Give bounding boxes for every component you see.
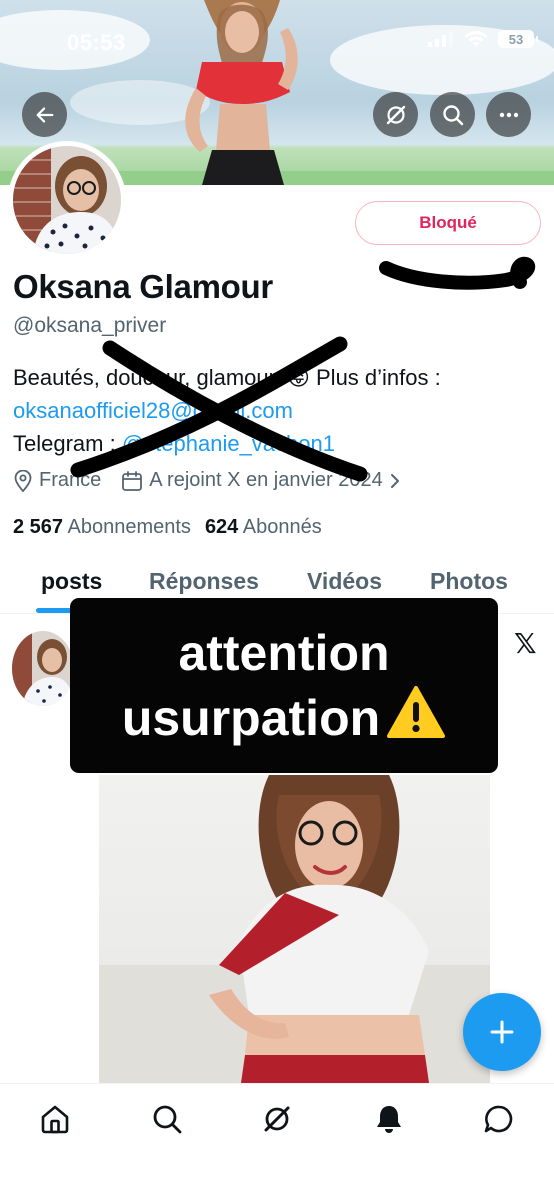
nav-notifications[interactable] bbox=[372, 1102, 406, 1136]
calendar-icon bbox=[122, 470, 143, 491]
bio-telegram-link[interactable]: @stephanie_vachon1 bbox=[122, 431, 335, 456]
followers-link[interactable]: 624 Abonnés bbox=[205, 516, 322, 539]
following-count: 2 567 bbox=[13, 516, 64, 538]
tab-replies[interactable]: Réponses bbox=[149, 568, 259, 595]
notifications-icon bbox=[377, 1106, 401, 1133]
grok-icon bbox=[264, 1106, 290, 1132]
search-icon bbox=[442, 104, 463, 125]
follow-stats: 2 567 Abonnements 624 Abonnés bbox=[13, 516, 322, 539]
compose-button[interactable] bbox=[463, 993, 541, 1071]
followers-count: 624 bbox=[204, 516, 239, 538]
following-link[interactable]: 2 567 Abonnements bbox=[13, 516, 191, 539]
search-icon bbox=[153, 1105, 182, 1134]
blocked-button[interactable]: Bloqué bbox=[355, 201, 541, 245]
bottom-nav bbox=[0, 1083, 554, 1200]
banner-photo bbox=[185, 0, 298, 185]
warning-line-1: attention bbox=[178, 625, 390, 681]
tab-photos[interactable]: Photos bbox=[430, 568, 508, 595]
post-author-avatar[interactable] bbox=[12, 631, 74, 706]
post-photo bbox=[99, 775, 490, 1083]
post-avatar-photo bbox=[12, 631, 74, 706]
grok-icon bbox=[386, 105, 405, 124]
bio-email-link[interactable]: oksanaofficiel28@gmail.com bbox=[13, 398, 293, 423]
location-item: France bbox=[13, 469, 101, 492]
warning-line-2: usurpation bbox=[121, 690, 381, 746]
home-icon bbox=[41, 1105, 69, 1134]
signal-icon bbox=[428, 31, 453, 47]
location-text: France bbox=[39, 469, 102, 491]
nav-grok[interactable] bbox=[260, 1102, 294, 1136]
profile-meta: France A rejoint X en janvier 2024 bbox=[13, 469, 421, 492]
followers-label: Abonnés bbox=[242, 516, 322, 538]
nav-search[interactable] bbox=[150, 1102, 184, 1136]
profile-avatar[interactable] bbox=[8, 141, 126, 259]
arrow-left-icon bbox=[36, 106, 53, 123]
nav-messages[interactable] bbox=[482, 1102, 516, 1136]
more-horizontal-icon bbox=[499, 112, 518, 117]
post-media[interactable] bbox=[99, 775, 490, 1083]
profile-bio: Beautés, douceur, glamour. 😜 Plus d’info… bbox=[13, 361, 533, 460]
battery-indicator: 53 bbox=[498, 30, 538, 48]
more-button[interactable] bbox=[486, 92, 531, 137]
avatar-photo bbox=[13, 146, 121, 254]
chevron-right-icon bbox=[390, 473, 399, 488]
joined-text: A rejoint X en janvier 2024 bbox=[149, 469, 383, 491]
warning-icon bbox=[387, 686, 446, 738]
nav-home[interactable] bbox=[38, 1102, 72, 1136]
grok-button[interactable] bbox=[373, 92, 418, 137]
joined-item[interactable]: A rejoint X en janvier 2024 bbox=[121, 469, 401, 492]
wifi-icon bbox=[464, 31, 488, 47]
messages-icon bbox=[484, 1105, 513, 1133]
bio-telegram-label: Telegram : bbox=[13, 431, 122, 456]
search-button[interactable] bbox=[430, 92, 475, 137]
plus-icon bbox=[490, 1020, 514, 1044]
user-handle: @oksana_priver bbox=[13, 314, 167, 337]
redaction-scribble bbox=[379, 256, 535, 290]
location-pin-icon bbox=[14, 469, 32, 492]
bio-text: Beautés, douceur, glamour. 😜 Plus d’info… bbox=[13, 365, 441, 390]
x-logo-icon: 𝕏 bbox=[514, 628, 537, 659]
following-label: Abonnements bbox=[67, 516, 191, 538]
tab-videos[interactable]: Vidéos bbox=[307, 568, 382, 595]
tab-posts[interactable]: posts bbox=[41, 568, 102, 595]
status-icons: 53 bbox=[428, 30, 538, 48]
impersonation-warning-overlay: attention usurpation bbox=[70, 598, 498, 773]
display-name: Oksana Glamour bbox=[13, 268, 273, 305]
back-button[interactable] bbox=[22, 92, 67, 137]
status-time: 05:53 bbox=[67, 30, 126, 55]
